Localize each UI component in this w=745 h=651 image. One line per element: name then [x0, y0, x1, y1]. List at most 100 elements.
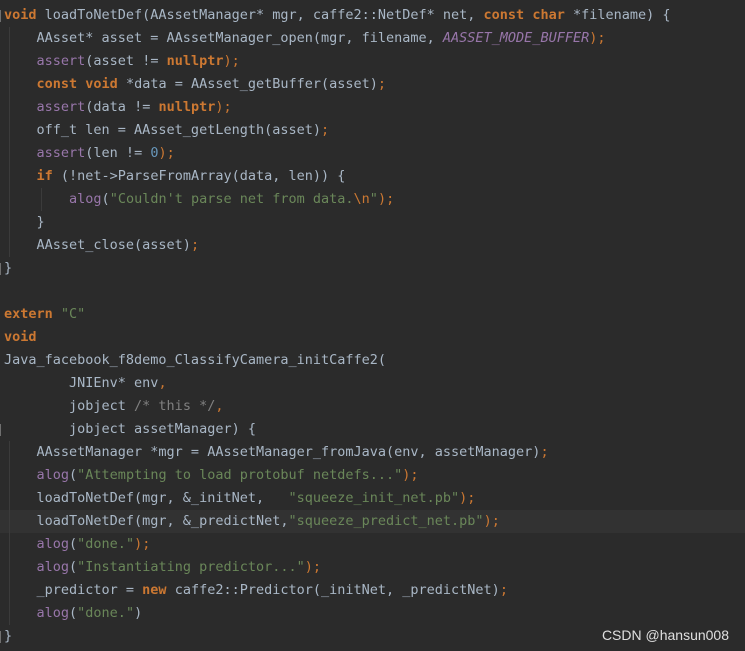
code-line-text: AAsset_close(asset); [4, 234, 200, 257]
code-line[interactable]: alog("done.") [0, 602, 745, 625]
code-line-text: } [4, 625, 12, 648]
code-token: "C" [60, 306, 86, 322]
code-token: *data = AAsset_getBuffer(asset) [117, 76, 378, 92]
code-token: const [483, 7, 525, 23]
code-line-text: off_t len = AAsset_getLength(asset); [4, 119, 330, 142]
code-line[interactable]: alog("Instantiating predictor..."); [0, 556, 745, 579]
code-token: "done." [77, 536, 135, 552]
code-token: ; [320, 122, 330, 138]
code-token: nullptr [158, 99, 216, 115]
fold-marker-icon[interactable] [0, 10, 4, 22]
code-token: if [36, 168, 53, 184]
code-token: new [142, 582, 167, 598]
watermark: CSDN @hansun008 [601, 627, 729, 643]
code-token: ( [101, 191, 110, 207]
fold-marker-icon[interactable] [0, 424, 4, 436]
code-token: , [215, 398, 224, 414]
code-token: ); [589, 30, 606, 46]
code-line-text: if (!net->ParseFromArray(data, len)) { [4, 165, 346, 188]
code-line-text: extern "C" [4, 303, 85, 326]
code-line[interactable]: loadToNetDef(mgr, &_predictNet,"squeeze_… [0, 510, 745, 533]
code-line-text: alog("Attempting to load protobuf netdef… [4, 464, 419, 487]
code-token: ); [402, 467, 419, 483]
code-token: (!net->ParseFromArray(data, len)) { [52, 168, 346, 184]
code-line[interactable]: assert(asset != nullptr); [0, 50, 745, 73]
code-token: AAsset* asset = AAssetManager_open(mgr, … [4, 30, 443, 46]
code-token: ); [304, 559, 322, 575]
code-line[interactable]: off_t len = AAsset_getLength(asset); [0, 119, 745, 142]
code-line[interactable]: jobject assetManager) { [0, 418, 745, 441]
code-token: loadToNetDef(mgr, &_predictNet, [4, 513, 289, 529]
code-token: alog [36, 467, 70, 483]
code-token: } [4, 628, 13, 644]
code-line[interactable]: loadToNetDef(mgr, &_initNet, "squeeze_in… [0, 487, 745, 510]
code-token: "squeeze_init_net.pb" [288, 490, 460, 506]
code-token: "Couldn't parse net from data. [109, 191, 354, 207]
code-token: ); [459, 490, 476, 506]
code-token: assert [36, 99, 86, 115]
code-token: ); [223, 53, 240, 69]
code-token: "Instantiating predictor..." [77, 559, 305, 575]
indent-guide [41, 188, 42, 211]
code-token: const [36, 76, 78, 92]
code-line[interactable]: if (!net->ParseFromArray(data, len)) { [0, 165, 745, 188]
code-token: Java_facebook_f8demo_ClassifyCamera_init… [4, 352, 387, 368]
code-token: alog [36, 605, 70, 621]
code-token: caffe2::Predictor(_initNet, _predictNet) [166, 582, 500, 598]
code-line[interactable]: AAsset* asset = AAssetManager_open(mgr, … [0, 27, 745, 50]
code-token: "done." [77, 605, 135, 621]
code-line-text: alog("done."); [4, 533, 151, 556]
code-line[interactable]: assert(data != nullptr); [0, 96, 745, 119]
code-token: ); [134, 536, 151, 552]
code-line-text: alog("Couldn't parse net from data.\n"); [4, 188, 394, 211]
fold-marker-icon[interactable] [0, 631, 4, 643]
indent-guide [9, 27, 10, 257]
code-line[interactable]: JNIEnv* env, [0, 372, 745, 395]
code-line[interactable]: Java_facebook_f8demo_ClassifyCamera_init… [0, 349, 745, 372]
fold-marker-icon[interactable] [0, 263, 4, 275]
code-line[interactable]: alog("done."); [0, 533, 745, 556]
code-token: } [4, 260, 13, 276]
code-line[interactable]: AAssetManager *mgr = AAssetManager_fromJ… [0, 441, 745, 464]
code-line[interactable]: const void *data = AAsset_getBuffer(asse… [0, 73, 745, 96]
code-token: alog [69, 191, 102, 207]
code-token: alog [36, 536, 70, 552]
code-line[interactable]: extern "C" [0, 303, 745, 326]
code-line[interactable]: jobject /* this */, [0, 395, 745, 418]
code-line[interactable]: _predictor = new caffe2::Predictor(_init… [0, 579, 745, 602]
code-token: AAsset_close(asset) [4, 237, 191, 253]
code-token: jobject assetManager) { [4, 421, 256, 437]
code-line[interactable]: } [0, 211, 745, 234]
code-token: (data != [85, 99, 159, 115]
code-line[interactable] [0, 280, 745, 303]
code-token: jobject [4, 398, 135, 414]
code-line[interactable]: void loadToNetDef(AAssetManager* mgr, ca… [0, 4, 745, 27]
code-line-text: assert(asset != nullptr); [4, 50, 240, 73]
code-line-text: assert(len != 0); [4, 142, 175, 165]
code-line-text: } [4, 211, 45, 234]
code-line-text: _predictor = new caffe2::Predictor(_init… [4, 579, 508, 602]
code-editor[interactable]: void loadToNetDef(AAssetManager* mgr, ca… [0, 0, 745, 651]
code-line-text: loadToNetDef(mgr, &_predictNet,"squeeze_… [4, 510, 500, 533]
code-line-text: JNIEnv* env, [4, 372, 167, 395]
code-token: alog [36, 559, 70, 575]
code-line[interactable]: alog("Couldn't parse net from data.\n"); [0, 188, 745, 211]
code-line[interactable]: void [0, 326, 745, 349]
code-token: ( [69, 536, 78, 552]
code-line[interactable]: AAsset_close(asset); [0, 234, 745, 257]
code-token: assert [36, 145, 86, 161]
code-token: assert [36, 53, 86, 69]
code-line[interactable]: } [0, 257, 745, 280]
code-token: ) [134, 605, 143, 621]
code-line-text: AAsset* asset = AAssetManager_open(mgr, … [4, 27, 606, 50]
code-token: ( [69, 559, 78, 575]
code-token: nullptr [166, 53, 224, 69]
code-line[interactable]: alog("Attempting to load protobuf netdef… [0, 464, 745, 487]
indent-guide [9, 441, 10, 625]
code-token: _predictor = [4, 582, 143, 598]
code-token: AAssetManager *mgr = AAssetManager_fromJ… [4, 444, 541, 460]
code-line[interactable]: assert(len != 0); [0, 142, 745, 165]
code-token: loadToNetDef(mgr, &_initNet, [4, 490, 289, 506]
